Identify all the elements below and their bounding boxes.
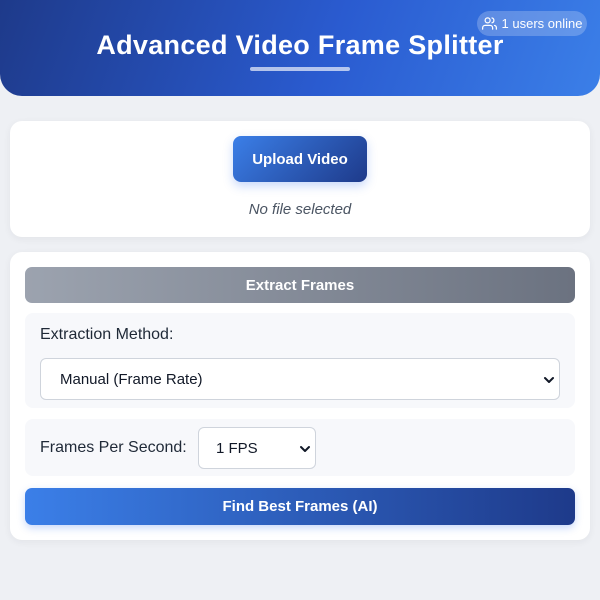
fps-panel: Frames Per Second: 1 FPS xyxy=(25,419,575,476)
users-online-text: 1 users online xyxy=(501,16,583,31)
title-underline xyxy=(250,67,350,71)
chevron-down-icon xyxy=(544,377,554,383)
file-status-text: No file selected xyxy=(248,201,352,218)
extract-frames-button[interactable]: Extract Frames xyxy=(25,267,575,303)
extraction-method-value: Manual (Frame Rate) xyxy=(60,370,203,388)
extraction-method-label: Extraction Method: xyxy=(40,326,174,343)
upload-card: Upload Video No file selected xyxy=(10,121,590,237)
extraction-method-panel: Extraction Method: Manual (Frame Rate) xyxy=(25,313,575,408)
extraction-method-select[interactable]: Manual (Frame Rate) xyxy=(40,358,560,400)
users-icon xyxy=(481,17,497,30)
app-header: Advanced Video Frame Splitter 1 users on… xyxy=(0,0,600,96)
fps-label: Frames Per Second: xyxy=(40,439,187,456)
chevron-down-icon xyxy=(300,446,310,452)
upload-video-button[interactable]: Upload Video xyxy=(233,136,367,182)
extract-card: Extract Frames Extraction Method: Manual… xyxy=(10,252,590,540)
users-online-badge: 1 users online xyxy=(477,11,587,36)
find-best-frames-button[interactable]: Find Best Frames (AI) xyxy=(25,488,575,525)
fps-value: 1 FPS xyxy=(216,439,258,457)
fps-select[interactable]: 1 FPS xyxy=(198,427,316,469)
